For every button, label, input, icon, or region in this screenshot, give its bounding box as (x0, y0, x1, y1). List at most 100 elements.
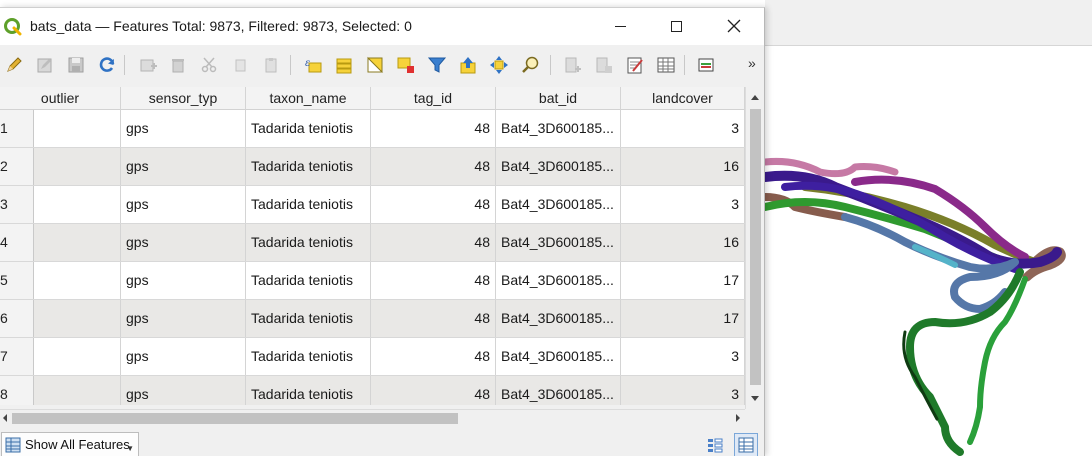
cell-sensor-typ[interactable]: gps (121, 110, 246, 147)
cell-sensor-typ[interactable]: gps (121, 300, 246, 337)
field-calculator-button[interactable] (623, 53, 647, 77)
invert-selection-button[interactable] (363, 53, 387, 77)
scroll-down-icon[interactable] (746, 391, 764, 405)
save-edits-button[interactable] (64, 53, 88, 77)
cell-bat-id[interactable]: Bat4_3D600185... (496, 224, 621, 261)
cell-outlier[interactable] (34, 262, 121, 299)
new-field-button[interactable] (561, 53, 585, 77)
cell-tag-id[interactable]: 48 (371, 110, 496, 147)
cell-taxon-name[interactable]: Tadarida teniotis (246, 376, 371, 405)
cell-tag-id[interactable]: 48 (371, 148, 496, 185)
scroll-up-icon[interactable] (746, 91, 764, 105)
map-canvas[interactable] (765, 47, 1092, 456)
conditional-formatting-button[interactable] (654, 53, 678, 77)
column-header-taxon-name[interactable]: taxon_name (246, 87, 371, 110)
cell-bat-id[interactable]: Bat4_3D600185... (496, 300, 621, 337)
multi-edit-button[interactable] (33, 53, 57, 77)
scroll-left-icon[interactable] (0, 410, 10, 426)
toolbar-overflow-button[interactable]: » (748, 55, 756, 71)
move-selection-top-button[interactable] (456, 53, 480, 77)
cell-taxon-name[interactable]: Tadarida teniotis (246, 148, 371, 185)
cell-taxon-name[interactable]: Tadarida teniotis (246, 300, 371, 337)
column-header-sensor-typ[interactable]: sensor_typ (121, 87, 246, 110)
cell-bat-id[interactable]: Bat4_3D600185... (496, 110, 621, 147)
row-number[interactable]: 3 (0, 186, 34, 223)
cell-bat-id[interactable]: Bat4_3D600185... (496, 376, 621, 405)
cell-landcover[interactable]: 3 (621, 376, 745, 405)
zoom-map-button[interactable] (519, 53, 543, 77)
cell-tag-id[interactable]: 48 (371, 376, 496, 405)
horizontal-scrollbar[interactable] (0, 409, 745, 426)
cell-landcover[interactable]: 3 (621, 110, 745, 147)
select-by-expression-button[interactable]: ε (301, 53, 325, 77)
row-number[interactable]: 6 (0, 300, 34, 337)
paste-button[interactable] (259, 53, 283, 77)
cell-tag-id[interactable]: 48 (371, 186, 496, 223)
cell-taxon-name[interactable]: Tadarida teniotis (246, 186, 371, 223)
feature-filter-dropdown[interactable]: Show All Features ▼ (1, 432, 139, 456)
cell-bat-id[interactable]: Bat4_3D600185... (496, 186, 621, 223)
table-row[interactable]: 5 gps Tadarida teniotis 48 Bat4_3D600185... 1… (0, 262, 745, 300)
cell-landcover[interactable]: 3 (621, 338, 745, 375)
cell-outlier[interactable] (34, 224, 121, 261)
column-header-landcover[interactable]: landcover (621, 87, 745, 110)
cell-tag-id[interactable]: 48 (371, 338, 496, 375)
dock-button[interactable] (694, 53, 718, 77)
cell-bat-id[interactable]: Bat4_3D600185... (496, 338, 621, 375)
row-number[interactable]: 8 (0, 376, 34, 405)
cell-sensor-typ[interactable]: gps (121, 376, 246, 405)
cell-outlier[interactable] (34, 376, 121, 405)
reload-button[interactable] (95, 53, 119, 77)
cell-landcover[interactable]: 16 (621, 224, 745, 261)
delete-field-button[interactable] (592, 53, 616, 77)
cell-outlier[interactable] (34, 300, 121, 337)
column-header-tag-id[interactable]: tag_id (371, 87, 496, 110)
cell-landcover[interactable]: 16 (621, 148, 745, 185)
toggle-editing-button[interactable] (2, 53, 26, 77)
deselect-all-button[interactable] (394, 53, 418, 77)
cell-bat-id[interactable]: Bat4_3D600185... (496, 262, 621, 299)
cell-taxon-name[interactable]: Tadarida teniotis (246, 224, 371, 261)
vertical-scrollbar[interactable] (745, 87, 764, 409)
close-button[interactable] (708, 8, 760, 44)
cell-landcover[interactable]: 17 (621, 300, 745, 337)
delete-feature-button[interactable] (166, 53, 190, 77)
cell-bat-id[interactable]: Bat4_3D600185... (496, 148, 621, 185)
row-number[interactable]: 4 (0, 224, 34, 261)
cell-sensor-typ[interactable]: gps (121, 338, 246, 375)
vertical-scroll-thumb[interactable] (750, 109, 761, 385)
cell-outlier[interactable] (34, 148, 121, 185)
cell-taxon-name[interactable]: Tadarida teniotis (246, 338, 371, 375)
cell-sensor-typ[interactable]: gps (121, 148, 246, 185)
row-number[interactable]: 2 (0, 148, 34, 185)
minimize-button[interactable] (594, 8, 646, 44)
select-all-button[interactable] (332, 53, 356, 77)
cell-tag-id[interactable]: 48 (371, 224, 496, 261)
cell-outlier[interactable] (34, 186, 121, 223)
cell-taxon-name[interactable]: Tadarida teniotis (246, 110, 371, 147)
table-row[interactable]: 1 gps Tadarida teniotis 48 Bat4_3D600185... 3 (0, 110, 745, 148)
cell-tag-id[interactable]: 48 (371, 300, 496, 337)
table-row[interactable]: 8 gps Tadarida teniotis 48 Bat4_3D600185... 3 (0, 376, 745, 405)
row-number[interactable]: 1 (0, 110, 34, 147)
pan-map-button[interactable] (487, 53, 511, 77)
table-row[interactable]: 7 gps Tadarida teniotis 48 Bat4_3D600185... 3 (0, 338, 745, 376)
cell-landcover[interactable]: 17 (621, 262, 745, 299)
table-view-button[interactable] (734, 433, 758, 456)
form-view-button[interactable] (703, 433, 727, 456)
copy-button[interactable] (228, 53, 252, 77)
cell-landcover[interactable]: 3 (621, 186, 745, 223)
cell-sensor-typ[interactable]: gps (121, 262, 246, 299)
table-row[interactable]: 6 gps Tadarida teniotis 48 Bat4_3D600185... 1… (0, 300, 745, 338)
cut-button[interactable] (197, 53, 221, 77)
cell-outlier[interactable] (34, 338, 121, 375)
add-feature-button[interactable] (136, 53, 160, 77)
cell-outlier[interactable] (34, 110, 121, 147)
column-header-bat-id[interactable]: bat_id (496, 87, 621, 110)
title-bar[interactable]: bats_data — Features Total: 9873, Filter… (0, 8, 764, 45)
table-row[interactable]: 3 gps Tadarida teniotis 48 Bat4_3D600185... 3 (0, 186, 745, 224)
column-header-outlier[interactable]: outlier (0, 87, 121, 110)
table-row[interactable]: 2 gps Tadarida teniotis 48 Bat4_3D600185... 1… (0, 148, 745, 186)
maximize-button[interactable] (650, 8, 702, 44)
filter-button[interactable] (425, 53, 449, 77)
